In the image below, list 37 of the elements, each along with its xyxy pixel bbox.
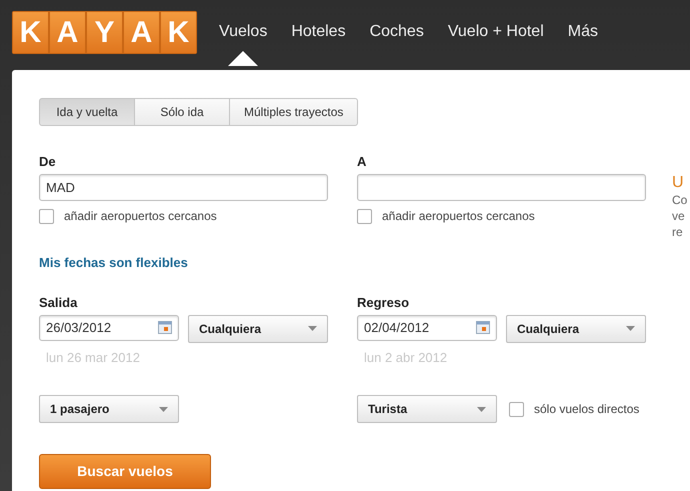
checkbox-label: añadir aeropuertos cercanos: [64, 208, 217, 225]
calendar-icon[interactable]: [158, 321, 172, 334]
dropdown[interactable]: Turista: [357, 395, 497, 423]
nav-link[interactable]: Coches: [370, 22, 424, 42]
nav-link[interactable]: Vuelos: [219, 22, 268, 42]
caret-icon: [308, 326, 317, 331]
checkbox-label: añadir aeropuertos cercanos: [382, 208, 535, 225]
checkbox[interactable]: [39, 208, 54, 224]
side-note-title: U: [672, 174, 685, 192]
caret-icon: [626, 326, 635, 331]
side-note-text: ve: [672, 209, 686, 224]
side-note-text: Co: [672, 193, 688, 208]
dropdown[interactable]: Cualquiera: [188, 314, 328, 342]
date-field[interactable]: 02/04/2012: [357, 314, 497, 340]
field-label: De: [39, 153, 57, 168]
caret-icon: [477, 406, 486, 412]
airport-field[interactable]: MAD: [39, 174, 328, 201]
checkbox[interactable]: [357, 208, 372, 224]
trip-type-tab[interactable]: Ida y vuelta: [39, 98, 135, 126]
nav-link[interactable]: Hoteles: [291, 22, 346, 42]
checkbox-label: sólo vuelos directos: [534, 401, 640, 418]
side-note-text: re: [672, 225, 684, 240]
trip-type-tab[interactable]: Múltiples trayectos: [229, 98, 358, 126]
checkbox[interactable]: [509, 402, 524, 416]
calendar-icon[interactable]: [476, 321, 490, 334]
field-label: A: [357, 153, 368, 168]
flexible-dates-link[interactable]: Mis fechas son flexibles: [39, 253, 188, 272]
field-label: Salida: [39, 294, 78, 308]
nav-link[interactable]: Vuelo + Hotel: [448, 22, 544, 42]
field-label: Regreso: [357, 294, 410, 308]
dropdown[interactable]: 1 pasajero: [39, 395, 179, 423]
trip-type-tab[interactable]: Sólo ida: [134, 98, 230, 126]
airport-field[interactable]: [357, 174, 646, 201]
dropdown[interactable]: Cualquiera: [506, 314, 646, 342]
date-field[interactable]: 26/03/2012: [39, 314, 179, 340]
caret-icon: [159, 406, 168, 412]
nav-link[interactable]: Más: [568, 22, 598, 42]
